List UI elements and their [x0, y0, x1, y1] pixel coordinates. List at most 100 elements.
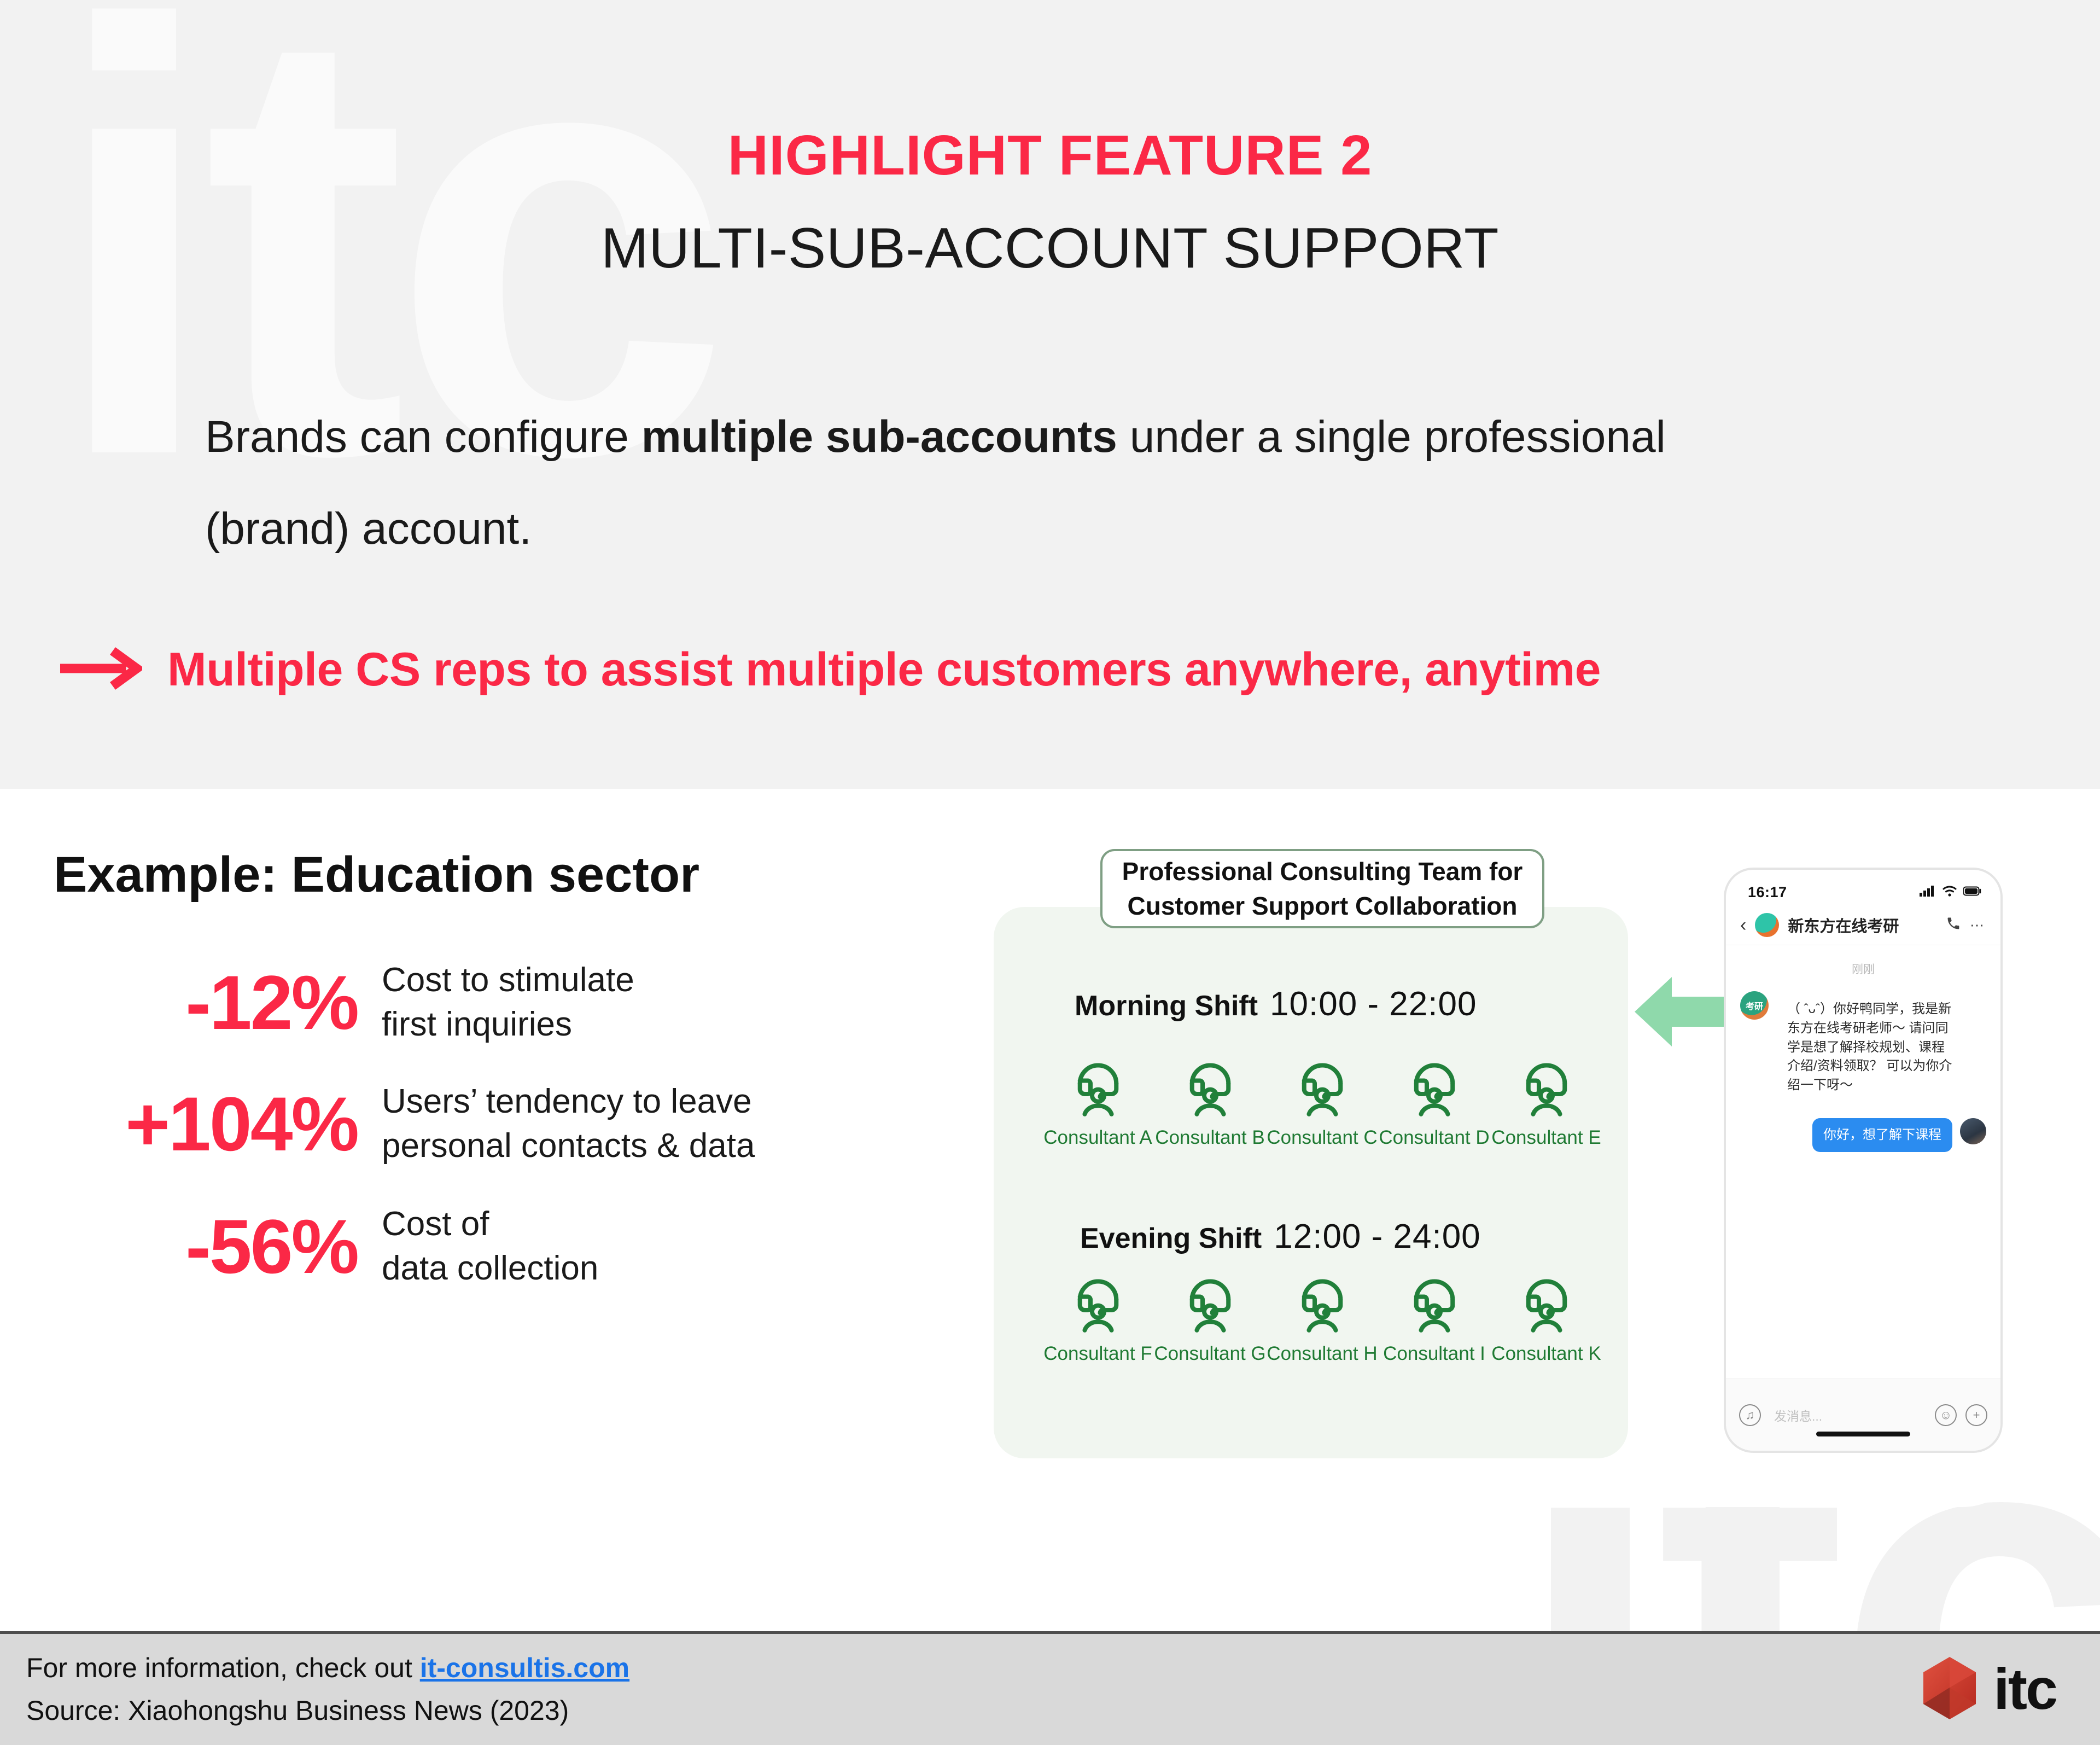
team-title-box: Professional Consulting Team for Custome…: [1100, 849, 1544, 928]
footer: For more information, check out it-consu…: [0, 1631, 2100, 1745]
footer-line-1: For more information, check out it-consu…: [26, 1647, 629, 1690]
support-agent-icon: [1180, 1272, 1241, 1333]
consultant-item[interactable]: Consultant B: [1154, 1056, 1266, 1149]
shift-header-evening: Evening Shift 12:00 - 24:00: [1080, 1217, 1481, 1256]
stat-value: +104%: [125, 1081, 359, 1167]
cellular-signal-icon: [1920, 885, 1936, 900]
stats-list: -12% Cost to stimulate first inquiries +…: [54, 958, 929, 1324]
message-input[interactable]: 发消息...: [1770, 1406, 1926, 1424]
phone-nav-bar: ‹ 新东方在线考研 ⋯: [1726, 904, 2000, 945]
consultant-item[interactable]: Consultant H: [1266, 1272, 1378, 1365]
chat-bubble-incoming: （ ˆᴗˆ）你好鸭同学，我是新东方在线考研老师～ 请问同学是想了解择校规划、课程…: [1777, 991, 1963, 1104]
emoji-icon[interactable]: ☺: [1935, 1404, 1957, 1426]
slide: itc HIGHLIGHT FEATURE 2 MULTI-SUB-ACCOUN…: [0, 0, 2100, 1745]
lead-bold: multiple sub-accounts: [641, 412, 1117, 462]
consultant-name: Consultant B: [1155, 1127, 1265, 1148]
header-band: itc HIGHLIGHT FEATURE 2 MULTI-SUB-ACCOUN…: [0, 0, 2100, 789]
chat-body: 刚刚 考研 （ ˆᴗˆ）你好鸭同学，我是新东方在线考研老师～ 请问同学是想了解择…: [1726, 945, 2000, 1152]
consultant-name: Consultant C: [1267, 1127, 1378, 1148]
avatar: 考研: [1740, 991, 1769, 1020]
consultant-name: Consultant H: [1267, 1343, 1378, 1364]
footer-source: Source: Xiaohongshu Business News (2023): [26, 1695, 569, 1726]
wifi-icon: [1942, 886, 1957, 899]
shift-time: 12:00 - 24:00: [1274, 1218, 1481, 1255]
consultant-item[interactable]: Consultant E: [1490, 1056, 1602, 1149]
consultant-item[interactable]: Consultant C: [1266, 1056, 1378, 1149]
footer-prefix: For more information, check out: [26, 1653, 420, 1683]
consultant-item[interactable]: Consultant I: [1378, 1272, 1490, 1365]
chat-timestamp: 刚刚: [1852, 963, 1875, 976]
support-agent-icon: [1516, 1272, 1577, 1333]
phone-status-bar: 16:17: [1726, 870, 2000, 904]
consultant-item[interactable]: Consultant D: [1378, 1056, 1490, 1149]
stat-label-line: data collection: [382, 1249, 599, 1287]
avatar: [1960, 1118, 1986, 1144]
consultant-name: Consultant F: [1043, 1343, 1152, 1364]
page-kicker: HIGHLIGHT FEATURE 2: [727, 124, 1373, 187]
chat-input-bar[interactable]: ♫ 发消息... ☺ +: [1726, 1378, 2000, 1451]
lead-paragraph: Brands can configure multiple sub-accoun…: [205, 391, 1682, 575]
ellipsis-icon[interactable]: ⋯: [1970, 917, 1984, 934]
shift-name: Evening Shift: [1080, 1223, 1262, 1254]
consultant-name: Consultant D: [1379, 1127, 1490, 1148]
consultant-group-morning: Consultant A Consultant B Consultant C C…: [1042, 1056, 1602, 1149]
consultant-name: Consultant G: [1154, 1343, 1266, 1364]
shift-name: Morning Shift: [1075, 990, 1258, 1022]
home-indicator: [1816, 1432, 1910, 1436]
chevron-left-icon[interactable]: ‹: [1740, 916, 1746, 934]
support-agent-icon: [1292, 1272, 1353, 1333]
footer-text: For more information, check out it-consu…: [26, 1647, 629, 1732]
consultant-name: Consultant A: [1043, 1127, 1152, 1148]
consultant-item[interactable]: Consultant A: [1042, 1056, 1154, 1149]
consultant-name: Consultant K: [1491, 1343, 1601, 1364]
support-agent-icon: [1180, 1056, 1241, 1117]
chat-title: 新东方在线考研: [1788, 918, 1899, 935]
lead-part-1: Brands can configure: [205, 412, 641, 462]
consultant-name: Consultant E: [1491, 1127, 1601, 1148]
chat-message-outgoing: 你好，想了解下课程: [1740, 1118, 1986, 1152]
stat-value: -56%: [185, 1203, 359, 1289]
stat-label: Users’ tendency to leave personal contac…: [382, 1080, 755, 1168]
stat-row: +104% Users’ tendency to leave personal …: [54, 1080, 929, 1168]
consultant-item[interactable]: Consultant F: [1042, 1272, 1154, 1365]
stat-label: Cost to stimulate first inquiries: [382, 958, 634, 1046]
chat-bubble-outgoing: 你好，想了解下课程: [1812, 1118, 1952, 1152]
voice-icon[interactable]: ♫: [1739, 1404, 1761, 1426]
plus-icon[interactable]: +: [1965, 1404, 1987, 1426]
stat-label-line: Cost of: [382, 1205, 489, 1243]
status-time: 16:17: [1748, 884, 1787, 900]
support-agent-icon: [1516, 1056, 1577, 1117]
stat-label-line: personal contacts & data: [382, 1127, 755, 1165]
phone-icon[interactable]: [1946, 916, 1961, 935]
consultant-group-evening: Consultant F Consultant G Consultant H C…: [1042, 1272, 1602, 1365]
avatar: [1755, 913, 1780, 937]
stat-label: Cost of data collection: [382, 1202, 598, 1290]
chat-message-incoming: 考研 （ ˆᴗˆ）你好鸭同学，我是新东方在线考研老师～ 请问同学是想了解择校规划…: [1740, 991, 1986, 1104]
shift-time: 10:00 - 22:00: [1270, 985, 1477, 1023]
callout: Multiple CS reps to assist multiple cust…: [57, 643, 1601, 697]
support-agent-icon: [1292, 1056, 1353, 1117]
arrow-left-icon: [1632, 975, 1731, 1051]
consultant-name: Consultant I: [1383, 1343, 1485, 1364]
itc-hexagon-icon: [1920, 1656, 1979, 1723]
team-title-line-2: Customer Support Collaboration: [1127, 891, 1518, 920]
team-title-line-1: Professional Consulting Team for: [1122, 857, 1523, 886]
consultant-item[interactable]: Consultant K: [1490, 1272, 1602, 1365]
stat-label-line: first inquiries: [382, 1005, 572, 1043]
itc-wordmark: itc: [1993, 1656, 2058, 1721]
website-link[interactable]: it-consultis.com: [420, 1653, 629, 1683]
support-agent-icon: [1068, 1272, 1129, 1333]
consultant-item[interactable]: Consultant G: [1154, 1272, 1266, 1365]
stat-label-line: Cost to stimulate: [382, 961, 634, 999]
battery-icon: [1963, 886, 1982, 899]
callout-text: Multiple CS reps to assist multiple cust…: [167, 643, 1601, 696]
page-title: MULTI-SUB-ACCOUNT SUPPORT: [601, 217, 1499, 280]
status-icon-group: [1920, 885, 1982, 900]
support-agent-icon: [1404, 1272, 1465, 1333]
example-heading: Example: Education sector: [54, 847, 699, 903]
support-agent-icon: [1068, 1056, 1129, 1117]
stat-row: -12% Cost to stimulate first inquiries: [54, 958, 929, 1047]
phone-mockup: 16:17 ‹ 新东方在线考研 ⋯ 刚刚 考研 （ ˆᴗˆ）你好鸭同学，我是新东…: [1724, 868, 2003, 1453]
support-agent-icon: [1404, 1056, 1465, 1117]
stat-value: -12%: [185, 959, 359, 1045]
